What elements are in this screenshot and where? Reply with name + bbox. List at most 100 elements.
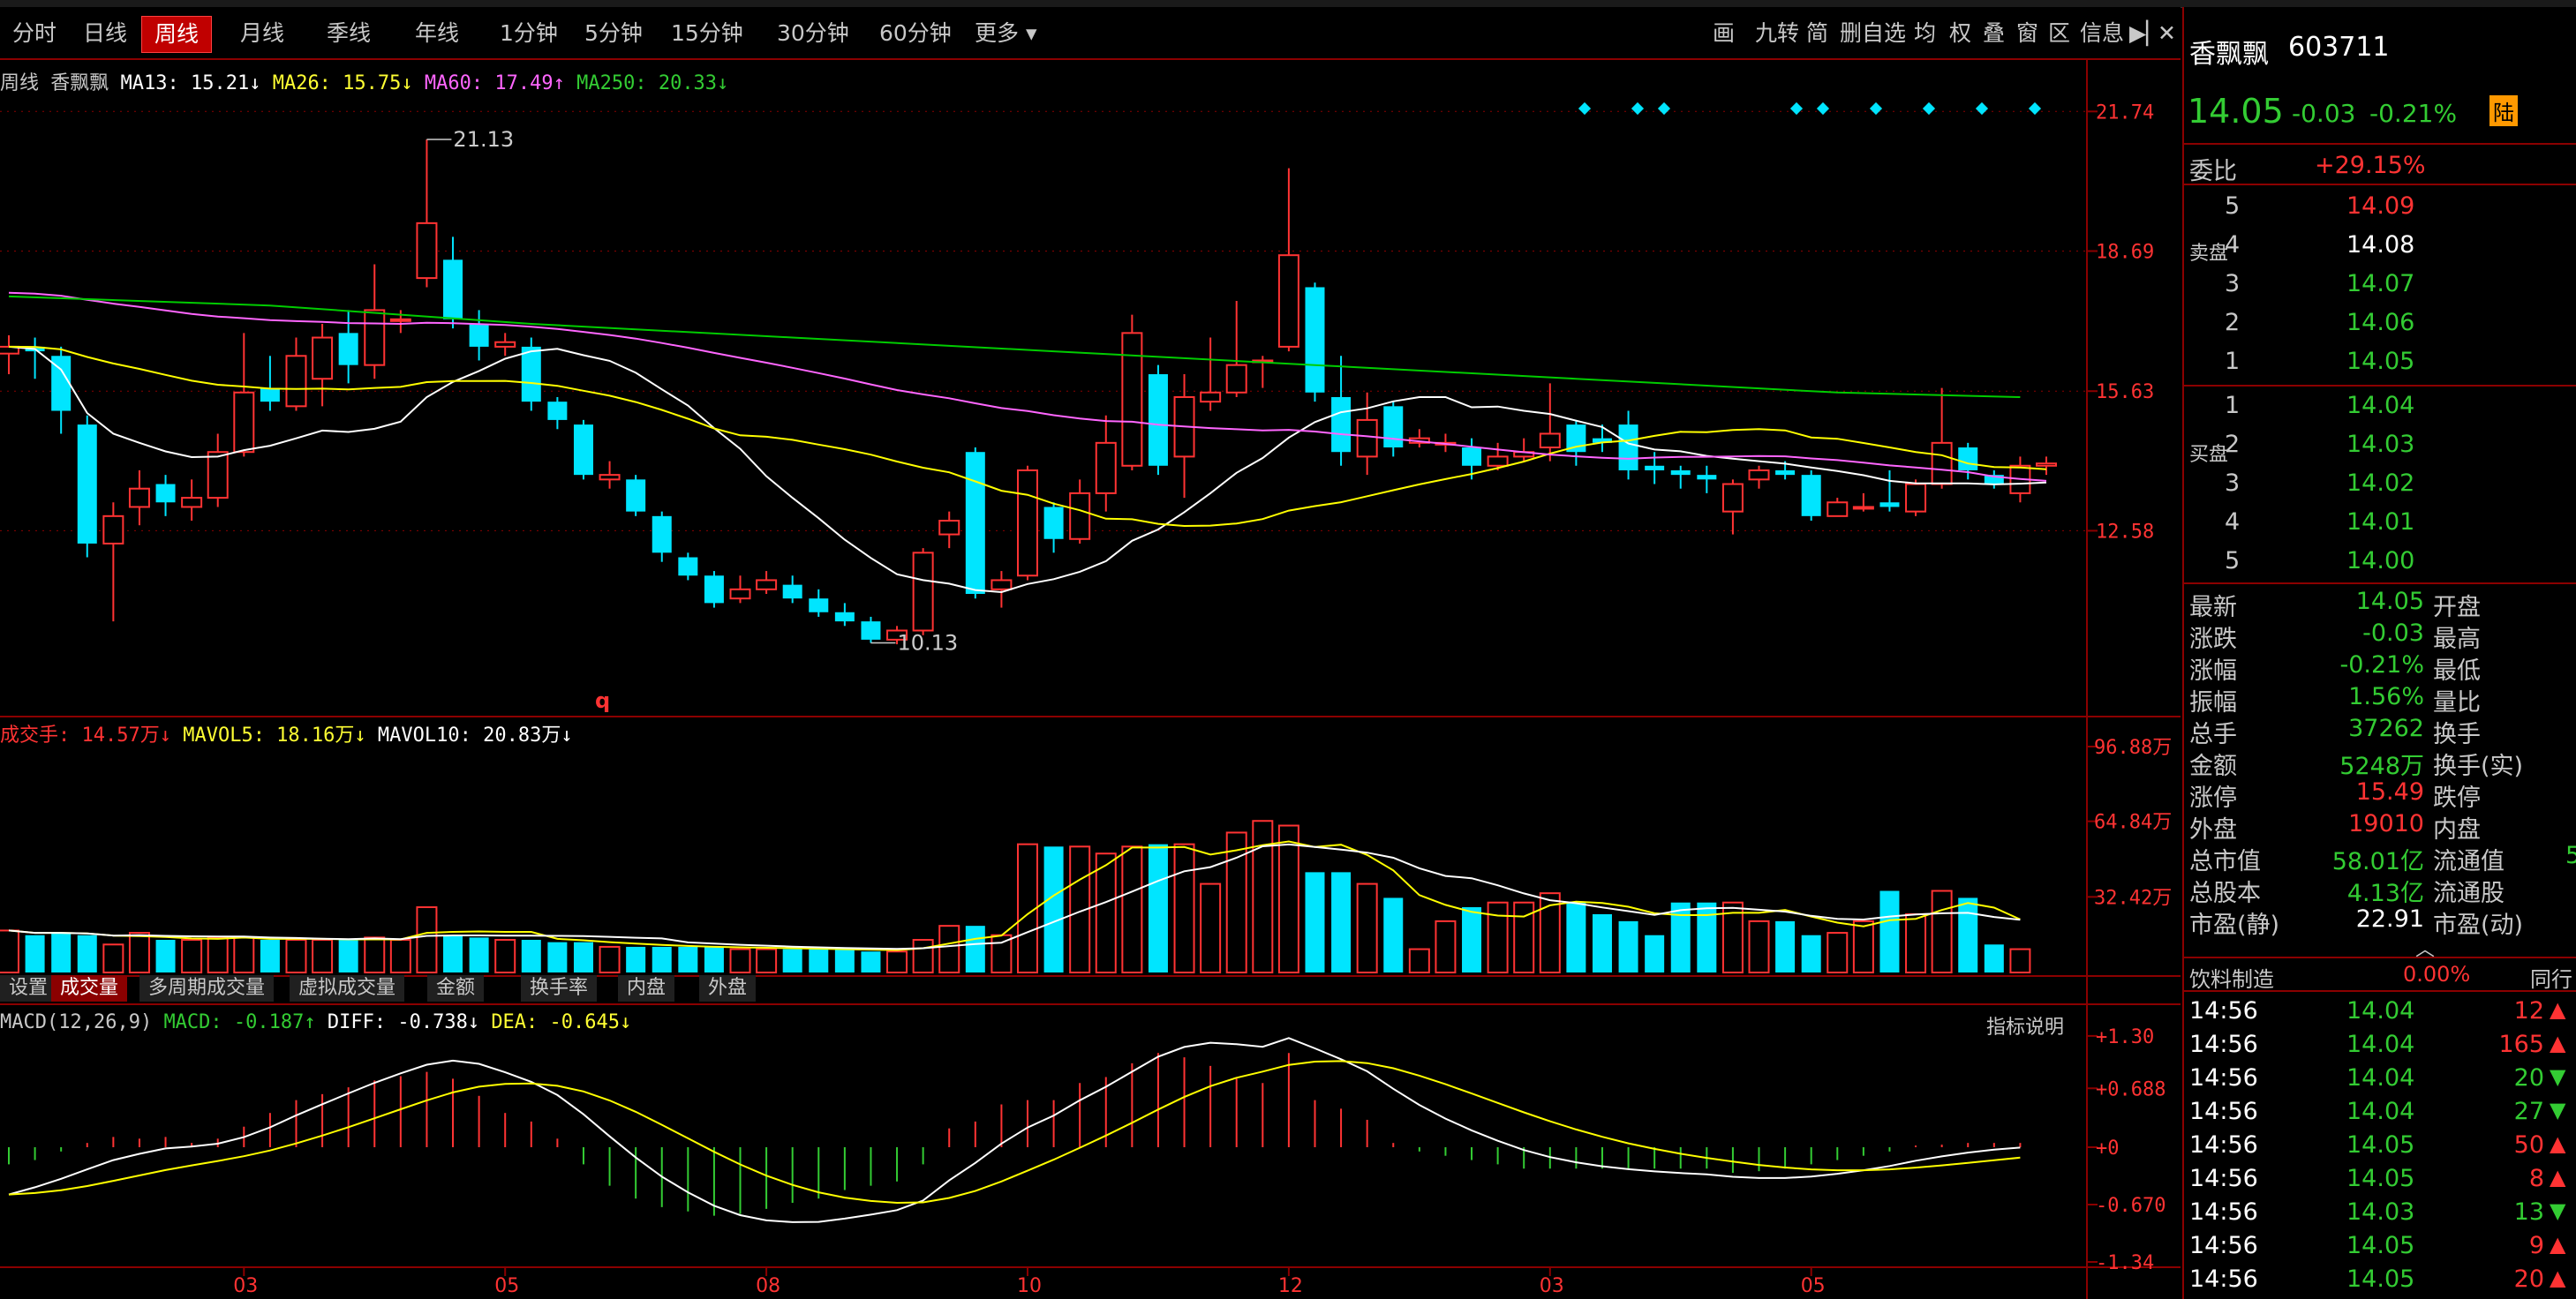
- indicator-tab-2[interactable]: 多周期成交量: [139, 975, 275, 1002]
- candle-body-up: [1095, 441, 1117, 494]
- bid-price-2[interactable]: 14.03: [2346, 431, 2414, 458]
- tool-5[interactable]: 权: [1949, 16, 1971, 51]
- stock-change: -0.03: [2292, 99, 2356, 128]
- tick-volume-1: 165: [2498, 1031, 2544, 1058]
- period-tab-1[interactable]: 日线: [71, 16, 139, 51]
- volume-bar-up: [1852, 920, 1874, 973]
- volume-bar-up: [102, 943, 124, 973]
- ask-price-5[interactable]: 14.09: [2346, 192, 2414, 220]
- x-axis-label: 03: [233, 1275, 258, 1297]
- tool-7[interactable]: 窗: [2016, 16, 2038, 51]
- candle-body-down: [469, 323, 489, 347]
- tool-1[interactable]: 九转: [1755, 16, 1799, 51]
- candle-body-up: [2036, 462, 2057, 467]
- signal-dot: [1789, 101, 1804, 116]
- kline-chart[interactable]: 21.74 18.69 15.63 12.58 21.13 10.13 q 96.88万 64.…: [0, 58, 2181, 1299]
- candle-body-up: [1121, 332, 1143, 467]
- macd-axis-label: -0.670: [2096, 1195, 2165, 1217]
- indicator-tab-6[interactable]: 内盘: [618, 975, 675, 1002]
- tick-time-0: 14:56: [2189, 997, 2258, 1025]
- tick-volume-5: 8: [2528, 1165, 2544, 1192]
- bid-price-3[interactable]: 14.02: [2346, 469, 2414, 497]
- indicator-help-link[interactable]: 指标说明: [1986, 1011, 2064, 1040]
- period-tab-9[interactable]: 30分钟: [765, 16, 862, 51]
- indicator-tab-7[interactable]: 外盘: [699, 975, 757, 1002]
- tick-time-4: 14:56: [2189, 1131, 2258, 1159]
- tool-2[interactable]: 简: [1806, 16, 1828, 51]
- volume-bar-down: [704, 946, 724, 972]
- ma250-line: [8, 295, 2021, 398]
- indicator-tab-3[interactable]: 虚拟成交量: [290, 975, 405, 1002]
- volume-bar-up: [207, 936, 229, 974]
- arrow-down-icon: ▼: [2550, 1064, 2566, 1089]
- candle-body-up: [285, 355, 307, 408]
- tool-3[interactable]: 删自选: [1840, 16, 1906, 51]
- legend-diff: DIFF: -0.738↓: [327, 1011, 480, 1033]
- volume-bar-down: [1462, 907, 1482, 972]
- volume-bar-down: [1801, 935, 1821, 972]
- tick-price-3: 14.04: [2346, 1098, 2415, 1125]
- tool-4[interactable]: 均: [1914, 16, 1936, 51]
- stat-label2-2: 最低: [2433, 657, 2481, 685]
- stat-label-8: 总市值: [2189, 848, 2261, 875]
- tick-price-7: 14.05: [2346, 1232, 2415, 1259]
- tick-time-1: 14:56: [2189, 1031, 2258, 1058]
- volume-bar-down: [1566, 902, 1586, 972]
- volume-bar-down: [1879, 890, 1900, 972]
- candle-body-up: [912, 552, 934, 632]
- macd-axis-label: +0: [2096, 1138, 2120, 1160]
- period-bar: 分时 日线 周线 月线 季线 年线 1分钟 5分钟 15分钟 30分钟 60分钟 更多 ▾ 画九转简删…: [0, 7, 2181, 60]
- stat-label2-3: 量比: [2433, 689, 2481, 717]
- ask-level-2: 2: [2225, 309, 2241, 336]
- bid-price-1[interactable]: 14.04: [2346, 392, 2414, 419]
- volume-bar-down: [155, 940, 176, 972]
- period-tab-2[interactable]: 周线: [141, 16, 213, 53]
- period-tab-11[interactable]: 更多 ▾: [962, 16, 1050, 51]
- ask-price-2[interactable]: 14.06: [2346, 309, 2414, 336]
- volume-bar-up: [233, 936, 255, 974]
- indicator-tab-1[interactable]: 成交量: [51, 975, 128, 1002]
- stat-label2-5: 换手(实): [2433, 753, 2524, 780]
- indicator-tab-5[interactable]: 换手率: [521, 975, 598, 1002]
- bid-level-3: 3: [2225, 469, 2241, 497]
- ask-price-3[interactable]: 14.07: [2346, 270, 2414, 297]
- tick-volume-4: 50: [2513, 1131, 2544, 1159]
- indicator-tab-4[interactable]: 金额: [427, 975, 485, 1002]
- ask-price-1[interactable]: 14.05: [2346, 348, 2414, 375]
- close-icon[interactable]: ✕: [2158, 16, 2176, 51]
- legend-macd-name: MACD(12,26,9): [0, 1011, 153, 1033]
- period-tab-5[interactable]: 年线: [403, 16, 471, 51]
- volume-bar-down: [1148, 844, 1168, 972]
- stat-value-8: 58.01亿: [2331, 848, 2424, 875]
- period-tab-3[interactable]: 月线: [228, 16, 297, 51]
- stat-label-1: 涨跌: [2189, 626, 2237, 653]
- tool-9[interactable]: 信息: [2080, 16, 2124, 51]
- signal-dot: [1631, 101, 1645, 116]
- period-tab-10[interactable]: 60分钟: [867, 16, 964, 51]
- volume-bar-down: [1618, 920, 1638, 972]
- period-tab-4[interactable]: 季线: [314, 16, 383, 51]
- bid-price-4[interactable]: 14.01: [2346, 508, 2414, 536]
- ask-price-4[interactable]: 14.08: [2346, 231, 2414, 259]
- volume-bar-down: [1670, 902, 1691, 972]
- tool-0[interactable]: 画: [1713, 16, 1735, 51]
- macd-axis-label: +0.688: [2096, 1078, 2165, 1100]
- indicator-tab-0[interactable]: 设置: [0, 975, 57, 1002]
- tool-8[interactable]: 区: [2048, 16, 2070, 51]
- volume-bar-up: [886, 950, 908, 974]
- period-tab-7[interactable]: 5分钟: [572, 16, 655, 51]
- industry-name[interactable]: 饮料制造: [2189, 962, 2274, 993]
- stat-value-10: 22.91: [2355, 905, 2424, 933]
- bid-price-5[interactable]: 14.00: [2346, 547, 2414, 574]
- period-tab-6[interactable]: 1分钟: [487, 16, 570, 51]
- candle-body-down: [77, 424, 97, 544]
- volume-bar-down: [1592, 913, 1612, 972]
- period-tab-0[interactable]: 分时: [0, 16, 69, 51]
- period-tab-8[interactable]: 15分钟: [659, 16, 756, 51]
- tool-6[interactable]: 叠: [1983, 16, 2005, 51]
- candle-body-up: [729, 588, 751, 600]
- industry-peers[interactable]: 同行: [2530, 962, 2572, 993]
- arrow-down-icon: ▼: [2550, 1098, 2566, 1123]
- volume-bar-down: [861, 951, 881, 972]
- candle-body-up: [102, 514, 124, 544]
